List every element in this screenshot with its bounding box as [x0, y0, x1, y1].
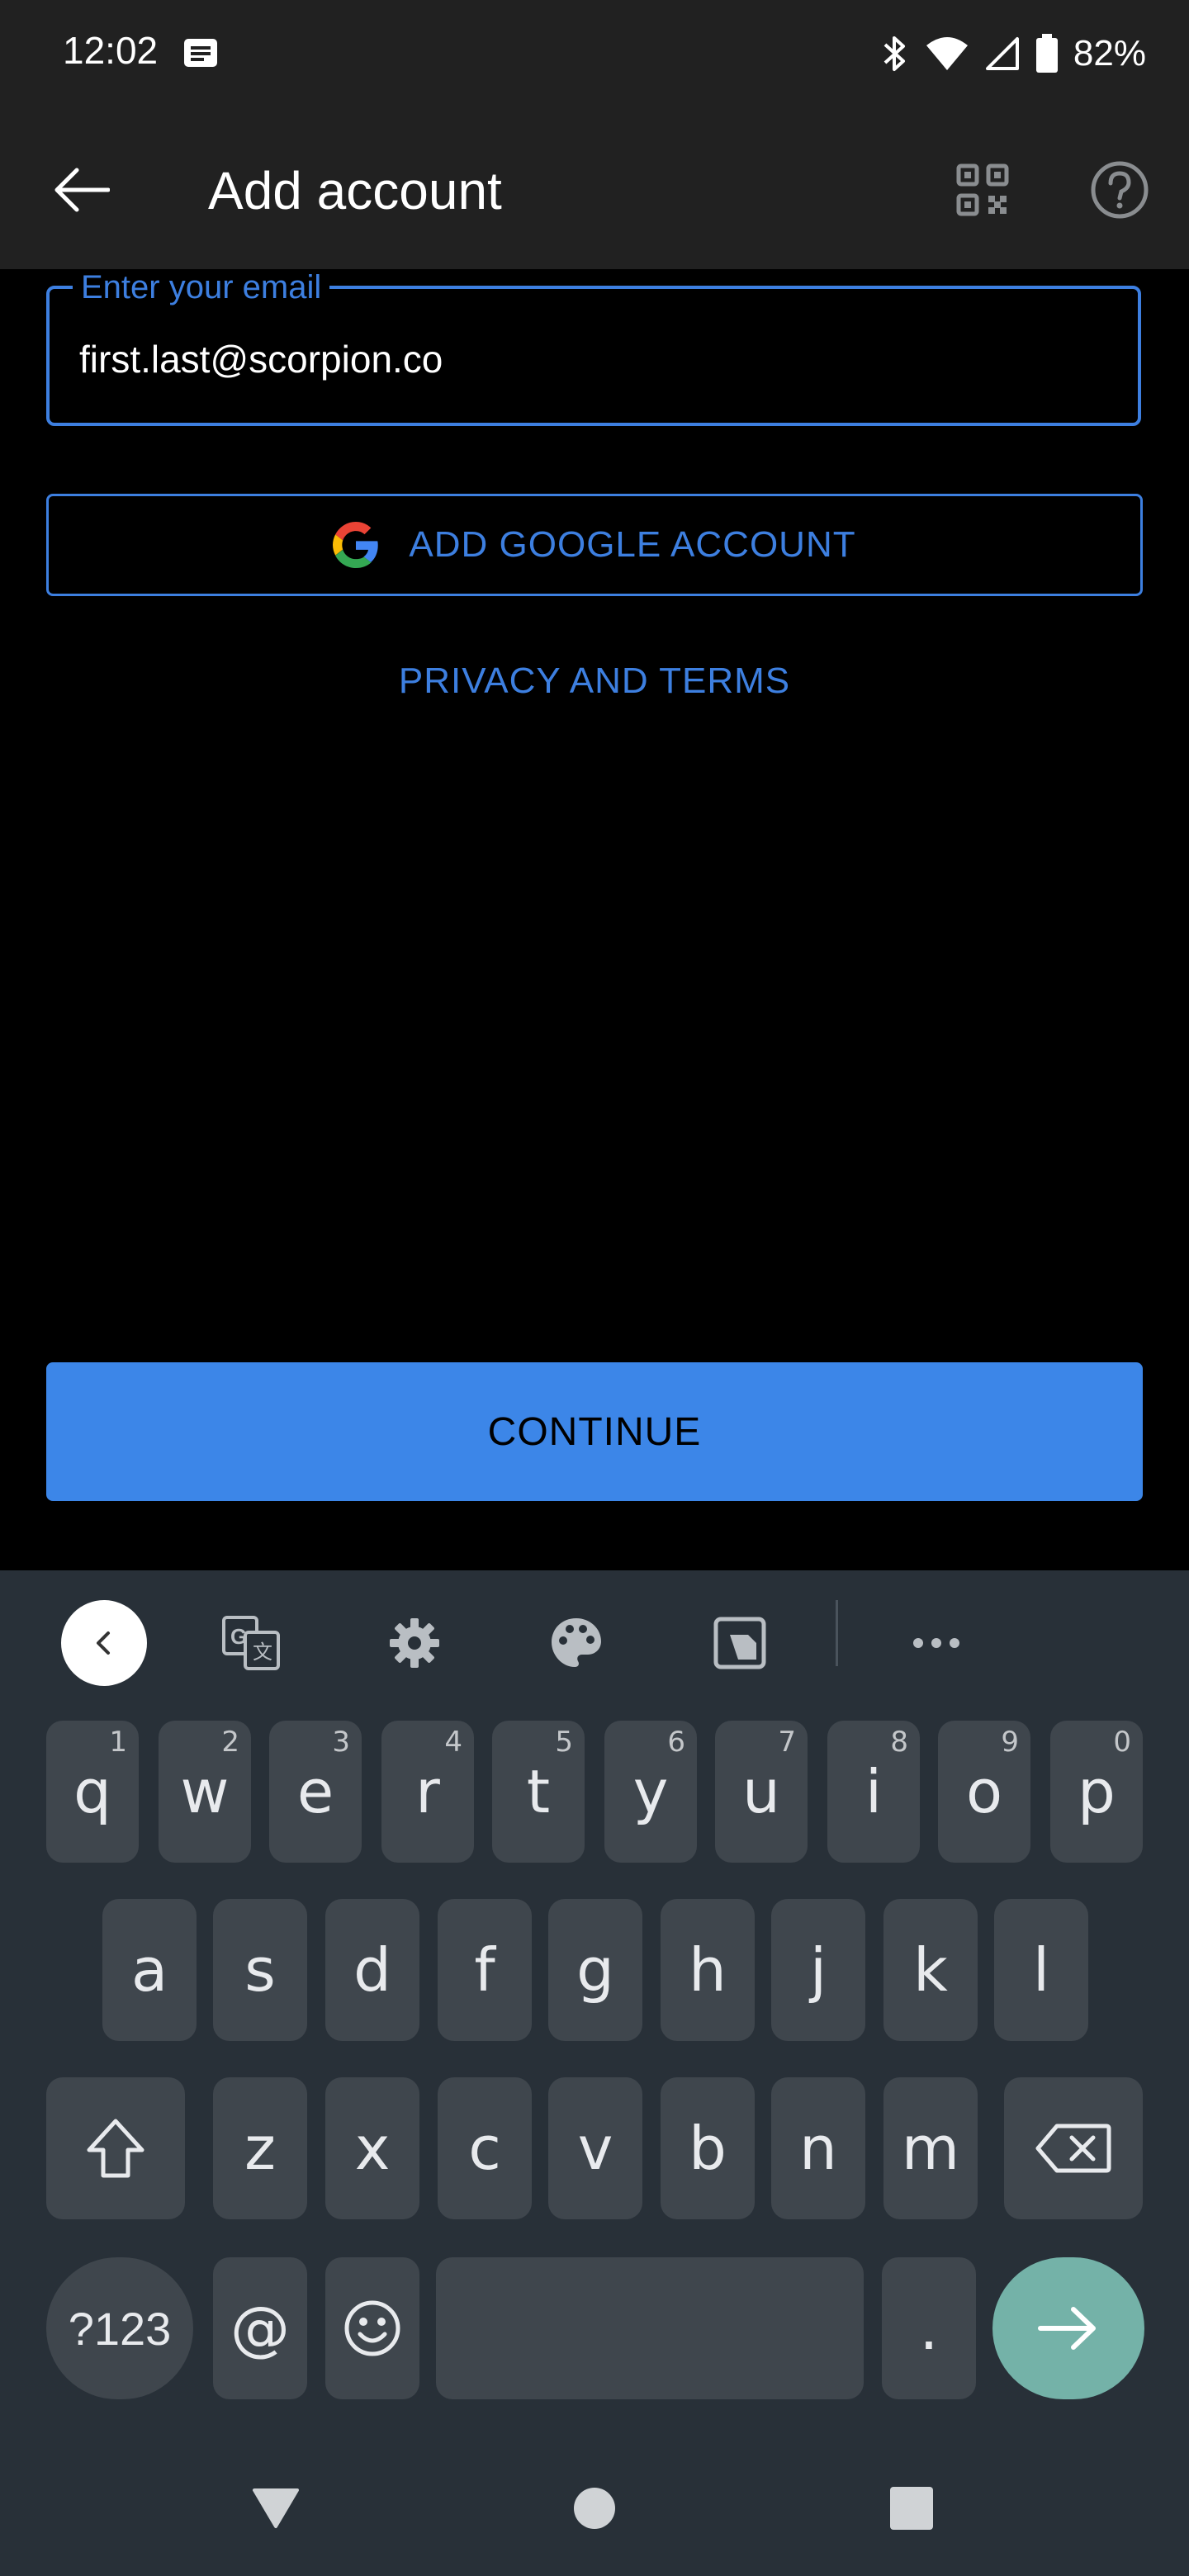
translate-icon: G 文 [222, 1616, 280, 1670]
period-key[interactable]: . [882, 2257, 976, 2399]
palette-icon [552, 1618, 601, 1667]
key-e[interactable]: e3 [269, 1721, 362, 1863]
key-b[interactable]: b [661, 2077, 755, 2219]
key-d[interactable]: d [325, 1899, 419, 2041]
help-button[interactable] [1078, 149, 1161, 231]
chevron-left-icon [97, 1631, 110, 1655]
emoji-key[interactable] [325, 2257, 419, 2399]
one-handed-mode-button[interactable] [697, 1600, 783, 1686]
message-notification-icon [184, 39, 217, 67]
key-p[interactable]: p0 [1050, 1721, 1143, 1863]
shift-key[interactable] [46, 2077, 185, 2219]
key-v[interactable]: v [548, 2077, 642, 2219]
key-y[interactable]: y6 [604, 1721, 697, 1863]
emoji-icon [344, 2300, 400, 2356]
space-key[interactable] [436, 2257, 864, 2399]
key-m[interactable]: m [883, 2077, 978, 2219]
key-w[interactable]: w2 [159, 1721, 251, 1863]
key-i[interactable]: i8 [827, 1721, 920, 1863]
arrow-forward-icon [1038, 2307, 1096, 2350]
key-q[interactable]: q1 [46, 1721, 139, 1863]
toolbar-divider [836, 1600, 838, 1666]
key-z[interactable]: z [213, 2077, 307, 2219]
key-c[interactable]: c [438, 2077, 532, 2219]
key-g[interactable]: g [548, 1899, 642, 2041]
key-o[interactable]: o9 [938, 1721, 1030, 1863]
email-field-label: Enter your email [73, 269, 330, 306]
gear-icon [390, 1618, 439, 1668]
more-options-button[interactable] [893, 1600, 979, 1686]
nav-back-button[interactable] [236, 2469, 315, 2548]
nav-recents-button[interactable] [872, 2469, 951, 2548]
arrow-back-icon [54, 168, 110, 212]
status-time: 12:02 [63, 29, 159, 72]
square-icon [890, 2487, 933, 2530]
qr-scan-button[interactable] [941, 149, 1024, 231]
key-t[interactable]: t5 [492, 1721, 585, 1863]
continue-button[interactable]: CONTINUE [46, 1362, 1143, 1501]
backspace-icon [1035, 2124, 1111, 2173]
key-l[interactable]: l [994, 1899, 1088, 2041]
symbols-key[interactable]: ?123 [46, 2257, 193, 2399]
page-title: Add account [208, 161, 502, 220]
battery-percentage: 82% [1073, 33, 1146, 73]
back-button[interactable] [36, 149, 126, 231]
key-k[interactable]: k [883, 1899, 978, 2041]
status-icons: 82% [880, 25, 1146, 83]
add-google-account-label: ADD GOOGLE ACCOUNT [409, 524, 856, 565]
key-r[interactable]: r4 [381, 1721, 474, 1863]
add-google-account-button[interactable]: ADD GOOGLE ACCOUNT [46, 494, 1143, 596]
help-icon [1091, 161, 1149, 219]
bluetooth-icon [883, 36, 905, 71]
one-handed-icon [713, 1617, 766, 1669]
translate-button[interactable]: G 文 [208, 1600, 294, 1686]
qr-code-icon [956, 163, 1009, 216]
key-s[interactable]: s [213, 1899, 307, 2041]
cell-signal-icon [985, 37, 1019, 70]
key-x[interactable]: x [325, 2077, 419, 2219]
key-j[interactable]: j [771, 1899, 865, 2041]
keyboard-settings-button[interactable] [372, 1600, 457, 1686]
wifi-icon [926, 37, 968, 70]
enter-key[interactable] [992, 2257, 1144, 2399]
theme-button[interactable] [533, 1600, 619, 1686]
key-u[interactable]: u7 [715, 1721, 808, 1863]
triangle-down-icon [253, 2488, 299, 2528]
key-a[interactable]: a [102, 1899, 197, 2041]
svg-text:文: 文 [253, 1641, 272, 1664]
nav-home-button[interactable] [555, 2469, 634, 2548]
shift-icon [87, 2119, 144, 2178]
key-n[interactable]: n [771, 2077, 865, 2219]
keyboard-collapse-button[interactable] [61, 1600, 147, 1686]
google-logo-icon [333, 522, 379, 568]
circle-icon [574, 2488, 615, 2529]
key-f[interactable]: f [438, 1899, 532, 2041]
more-horizontal-icon [913, 1638, 959, 1648]
battery-icon [1035, 34, 1058, 73]
key-h[interactable]: h [661, 1899, 755, 2041]
email-input[interactable] [79, 330, 1103, 388]
at-key[interactable]: @ [213, 2257, 307, 2399]
privacy-and-terms-link[interactable]: PRIVACY AND TERMS [0, 661, 1189, 702]
backspace-key[interactable] [1004, 2077, 1143, 2219]
